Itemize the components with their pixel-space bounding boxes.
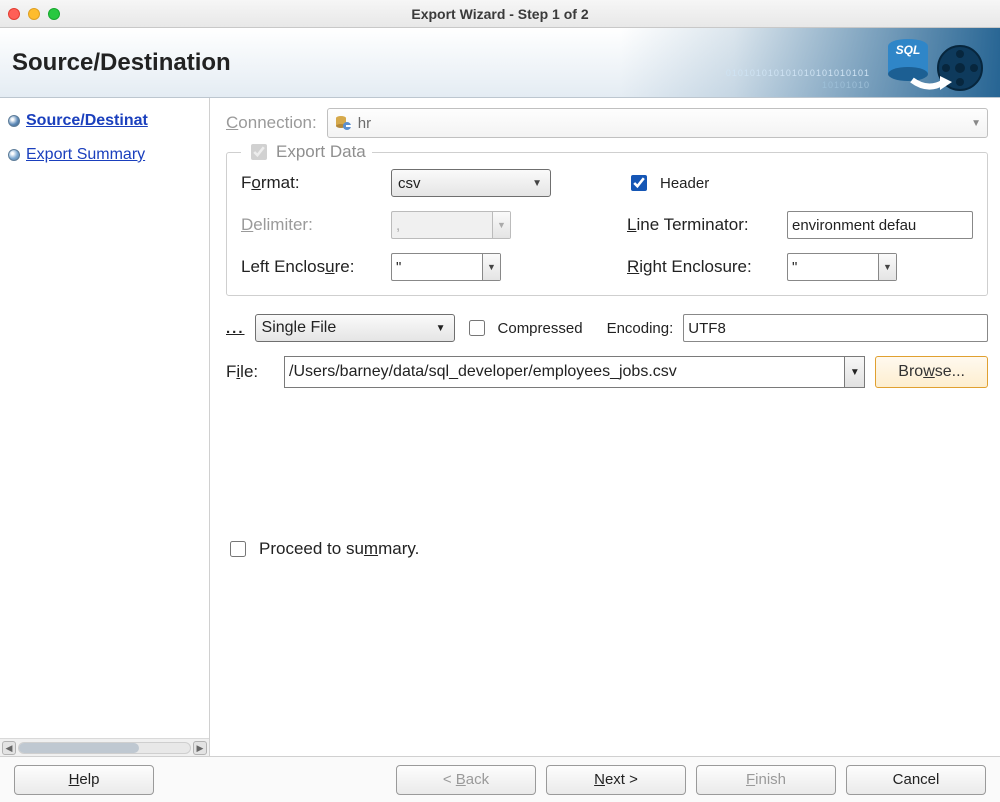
scroll-thumb[interactable] bbox=[19, 743, 139, 753]
header-checkbox[interactable] bbox=[631, 175, 647, 191]
line-terminator-value: environment defau bbox=[792, 217, 916, 234]
compressed-checkbox[interactable] bbox=[469, 320, 485, 336]
window-titlebar: Export Wizard - Step 1 of 2 bbox=[0, 0, 1000, 28]
step-source-destination[interactable]: Source/Destinat bbox=[0, 110, 209, 132]
chevron-down-icon: ▼ bbox=[482, 254, 500, 280]
left-enclosure-dropdown[interactable]: " ▼ bbox=[391, 253, 501, 281]
left-enclosure-label: Left Enclosure: bbox=[241, 257, 381, 277]
export-data-label: Export Data bbox=[276, 142, 366, 162]
wizard-footer: Help < Back Next > Finish Cancel bbox=[0, 756, 1000, 802]
export-form: Connection: hr ▼ Export Data bbox=[210, 98, 1000, 756]
connection-value: hr bbox=[358, 115, 371, 132]
file-path-value: /Users/barney/data/sql_developer/employe… bbox=[289, 363, 677, 381]
compressed-label: Compressed bbox=[498, 320, 583, 337]
left-enclosure-value: " bbox=[396, 259, 401, 276]
chevron-down-icon: ▼ bbox=[492, 212, 510, 238]
delimiter-value: , bbox=[396, 217, 400, 234]
step-export-summary[interactable]: Export Summary bbox=[0, 144, 209, 166]
chevron-down-icon: ▼ bbox=[436, 323, 446, 334]
help-button[interactable]: Help bbox=[14, 765, 154, 795]
chevron-down-icon: ▼ bbox=[532, 178, 542, 189]
wizard-steps-sidebar: Source/Destinat Export Summary ◀ ▶ bbox=[0, 98, 210, 756]
connection-dropdown[interactable]: hr ▼ bbox=[327, 108, 988, 138]
chevron-down-icon: ▼ bbox=[971, 118, 981, 129]
sidebar-horizontal-scrollbar[interactable]: ◀ ▶ bbox=[0, 738, 209, 756]
step-link[interactable]: Source/Destinat bbox=[26, 112, 148, 130]
step-bullet-icon bbox=[8, 115, 20, 127]
scroll-left-icon[interactable]: ◀ bbox=[2, 741, 16, 755]
export-data-checkbox[interactable] bbox=[251, 144, 267, 160]
delimiter-dropdown: , ▼ bbox=[391, 211, 511, 239]
format-dropdown[interactable]: csv ▼ bbox=[391, 169, 551, 197]
export-data-group: Export Data Format: csv ▼ Header bbox=[226, 152, 988, 296]
finish-button[interactable]: Finish bbox=[696, 765, 836, 795]
page-title: Source/Destination bbox=[12, 49, 231, 77]
scroll-right-icon[interactable]: ▶ bbox=[193, 741, 207, 755]
encoding-value: UTF8 bbox=[688, 320, 726, 337]
chevron-down-icon[interactable]: ▼ bbox=[844, 357, 864, 387]
proceed-label: Proceed to summary. bbox=[259, 539, 419, 559]
encoding-dropdown[interactable]: UTF8 bbox=[683, 314, 988, 342]
back-button[interactable]: < Back bbox=[396, 765, 536, 795]
sql-database-icon: SQL bbox=[868, 32, 988, 96]
browse-button[interactable]: Browse... bbox=[875, 356, 988, 388]
step-link[interactable]: Export Summary bbox=[26, 146, 145, 164]
file-label: File: bbox=[226, 362, 274, 382]
cancel-button[interactable]: Cancel bbox=[846, 765, 986, 795]
step-bullet-icon bbox=[8, 149, 20, 161]
right-enclosure-value: " bbox=[792, 259, 797, 276]
delimiter-label: Delimiter: bbox=[241, 215, 381, 235]
saveas-label: ... bbox=[226, 320, 245, 337]
scroll-track[interactable] bbox=[18, 742, 191, 754]
file-path-field[interactable]: /Users/barney/data/sql_developer/employe… bbox=[284, 356, 865, 388]
proceed-checkbox[interactable] bbox=[230, 541, 246, 557]
connection-label: Connection: bbox=[226, 113, 317, 133]
format-label: Format: bbox=[241, 173, 381, 193]
window-title: Export Wizard - Step 1 of 2 bbox=[0, 6, 1000, 22]
saveas-dropdown[interactable]: Single File ▼ bbox=[255, 314, 455, 342]
line-terminator-dropdown[interactable]: environment defau bbox=[787, 211, 973, 239]
right-enclosure-dropdown[interactable]: " ▼ bbox=[787, 253, 897, 281]
saveas-value: Single File bbox=[262, 319, 337, 337]
header-label: Header bbox=[660, 175, 709, 192]
chevron-down-icon: ▼ bbox=[878, 254, 896, 280]
format-value: csv bbox=[398, 175, 421, 192]
next-button[interactable]: Next > bbox=[546, 765, 686, 795]
connection-icon bbox=[334, 114, 352, 132]
line-terminator-label: Line Terminator: bbox=[627, 215, 777, 235]
svg-text:SQL: SQL bbox=[896, 43, 921, 57]
wizard-banner: Source/Destination 010101010101010101010… bbox=[0, 28, 1000, 98]
right-enclosure-label: Right Enclosure: bbox=[627, 257, 777, 277]
banner-graphic: 010101010101010101010101 10101010 SQL bbox=[620, 28, 1000, 97]
encoding-label: Encoding: bbox=[607, 320, 674, 337]
